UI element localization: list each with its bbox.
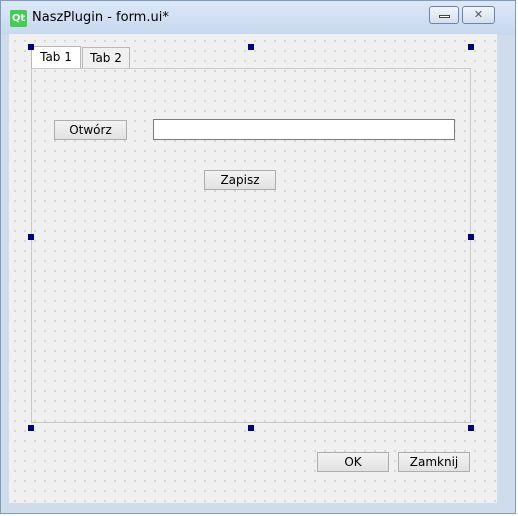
tab-1[interactable]: Tab 1 <box>31 46 81 68</box>
selection-handle-top-right[interactable] <box>468 44 474 50</box>
window-bottom-border <box>1 503 515 513</box>
path-input[interactable] <box>153 119 455 140</box>
save-button[interactable]: Zapisz <box>204 170 276 190</box>
close-window-button[interactable]: ✕ <box>462 6 495 24</box>
close-icon: ✕ <box>473 8 484 21</box>
selection-handle-bottom[interactable] <box>248 425 254 431</box>
selection-handle-left[interactable] <box>28 234 34 240</box>
open-button[interactable]: Otwórz <box>54 120 127 140</box>
selection-handle-top[interactable] <box>248 44 254 50</box>
designer-window: Qt NaszPlugin - form.ui* ✕ Tab 1 Tab 2 O… <box>0 0 516 514</box>
minimize-icon <box>439 15 450 18</box>
minimize-button[interactable] <box>429 6 459 24</box>
title-bar[interactable]: Qt NaszPlugin - form.ui* ✕ <box>1 1 515 35</box>
form-canvas[interactable]: Tab 1 Tab 2 Otwórz Zapisz OK Zamknij <box>9 34 497 503</box>
selection-handle-top-left[interactable] <box>28 44 34 50</box>
close-button[interactable]: Zamknij <box>398 452 470 472</box>
selection-handle-right[interactable] <box>468 234 474 240</box>
ok-button[interactable]: OK <box>317 452 389 472</box>
window-title: NaszPlugin - form.ui* <box>32 10 169 25</box>
qt-logo-icon: Qt <box>10 10 27 27</box>
tab-2[interactable]: Tab 2 <box>82 47 130 68</box>
selection-handle-bottom-left[interactable] <box>28 425 34 431</box>
selection-handle-bottom-right[interactable] <box>468 425 474 431</box>
